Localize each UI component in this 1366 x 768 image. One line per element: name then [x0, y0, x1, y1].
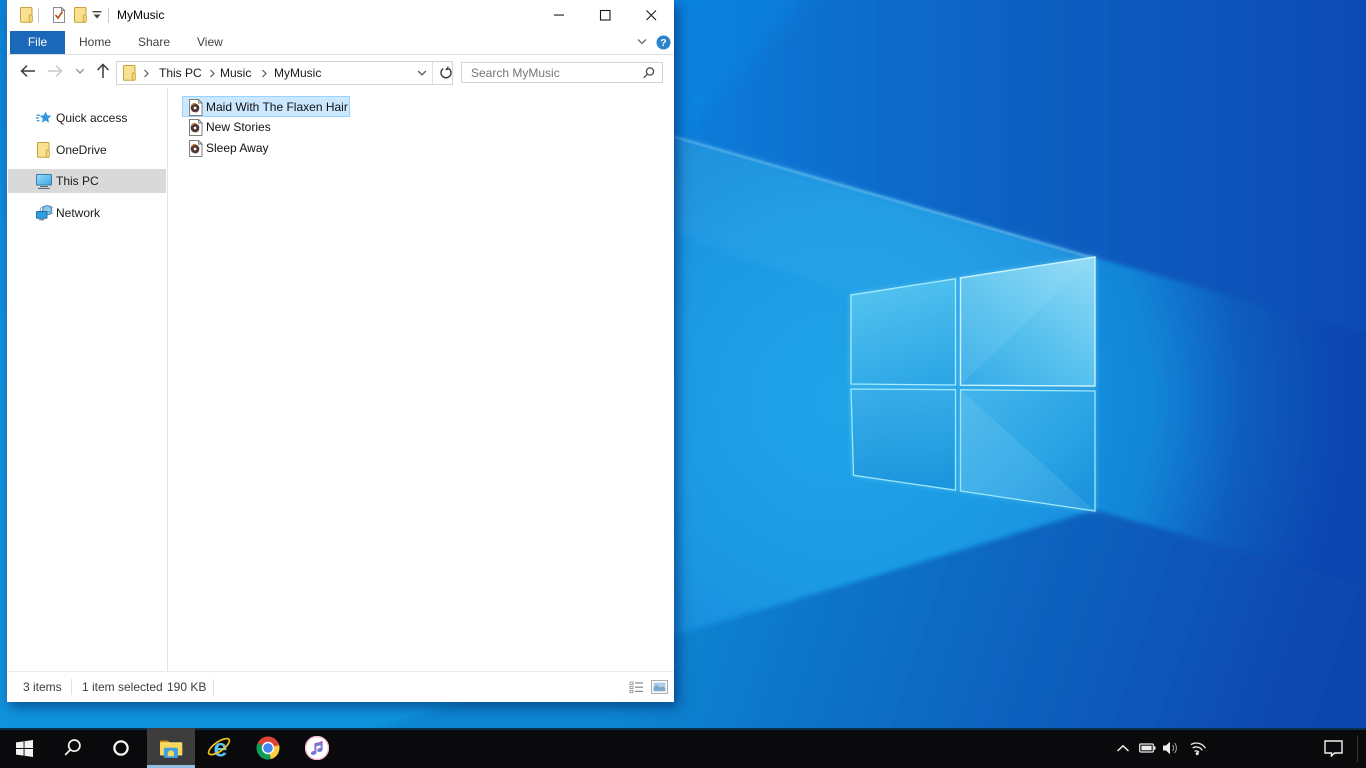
- svg-text:?: ?: [660, 37, 666, 49]
